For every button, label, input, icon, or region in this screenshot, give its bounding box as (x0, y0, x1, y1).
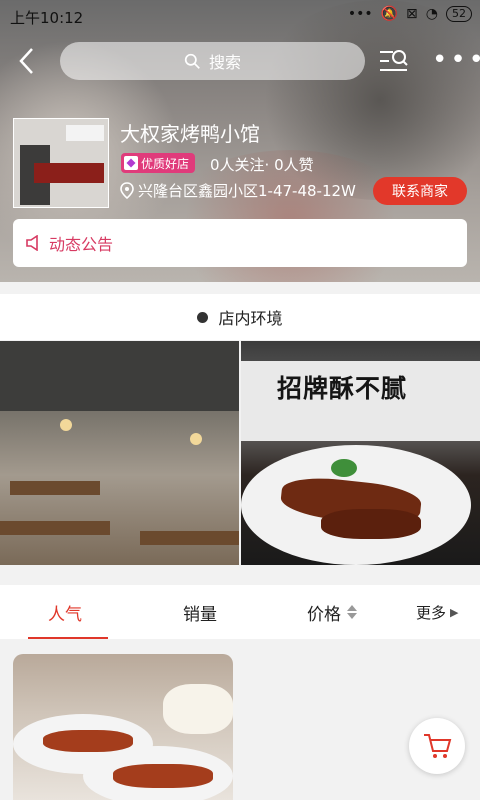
tab-price-label: 价格 (307, 604, 341, 625)
list-search-icon (380, 50, 408, 71)
megaphone-icon (26, 235, 38, 251)
play-right-icon: ▶ (450, 605, 459, 619)
cart-button[interactable] (409, 718, 465, 774)
tab-more[interactable]: 更多 ▶ (416, 585, 458, 639)
tab-price[interactable]: 价格 (307, 585, 357, 639)
more-dots-icon: ••• (432, 45, 480, 75)
shop-name: 大权家烤鸭小馆 (120, 122, 260, 146)
announcement-label: 动态公告 (49, 235, 114, 254)
tab-sales[interactable]: 销量 (183, 585, 217, 639)
sort-arrows-icon (347, 605, 357, 619)
mute-icon: 🔕 (380, 6, 399, 22)
tab-more-label: 更多 (416, 603, 447, 622)
photo-sign-text: 招牌酥不腻 (277, 374, 408, 403)
wifi-icon: ◔ (425, 6, 438, 22)
store-photo-dining-room[interactable] (0, 341, 239, 565)
shop-thumbnail[interactable] (13, 118, 109, 208)
active-tab-indicator (28, 637, 108, 639)
address-text: 兴隆台区鑫园小区1-47-48-12W (138, 182, 356, 200)
category-list-button[interactable] (379, 48, 409, 76)
location-pin-icon (120, 182, 134, 199)
tab-popularity-label: 人气 (48, 604, 82, 625)
quality-shop-badge: 优质好店 (121, 153, 196, 173)
shop-address: 兴隆台区鑫园小区1-47-48-12W (120, 180, 356, 201)
search-icon (184, 53, 200, 69)
status-bar: 上午10:12 ••• 🔕 ⊠ ◔ 52 (0, 0, 480, 32)
sort-tabs: 人气 销量 价格 更多 ▶ (0, 585, 480, 639)
back-button[interactable] (16, 46, 44, 78)
announcement-bar[interactable]: 动态公告 (13, 219, 467, 267)
badge-label: 优质好店 (141, 156, 190, 171)
more-options-button[interactable]: ••• (432, 47, 480, 73)
contact-merchant-button[interactable]: 联系商家 (373, 177, 467, 205)
store-photo-signature-duck[interactable]: 招牌酥不腻 (241, 341, 480, 565)
status-time: 上午10:12 (10, 9, 84, 27)
store-icon (197, 311, 209, 323)
store-environment-header: 店内环境 (0, 294, 480, 340)
battery-icon: 52 (446, 6, 472, 22)
close-box-icon: ⊠ (406, 6, 418, 22)
search-input[interactable]: 搜索 (60, 42, 365, 80)
diamond-icon (124, 156, 138, 170)
search-placeholder: 搜索 (208, 53, 241, 72)
chevron-left-icon (19, 48, 33, 74)
top-bar: 搜索 ••• (0, 40, 480, 84)
tab-popularity[interactable]: 人气 (28, 585, 108, 639)
shopping-cart-icon (424, 734, 452, 758)
product-card-image[interactable] (13, 654, 233, 800)
follow-like-stats: 0人关注· 0人赞 (210, 156, 314, 174)
tab-sales-label: 销量 (183, 604, 217, 625)
notification-dots-icon: ••• (347, 6, 373, 22)
store-environment-title: 店内环境 (218, 309, 283, 328)
